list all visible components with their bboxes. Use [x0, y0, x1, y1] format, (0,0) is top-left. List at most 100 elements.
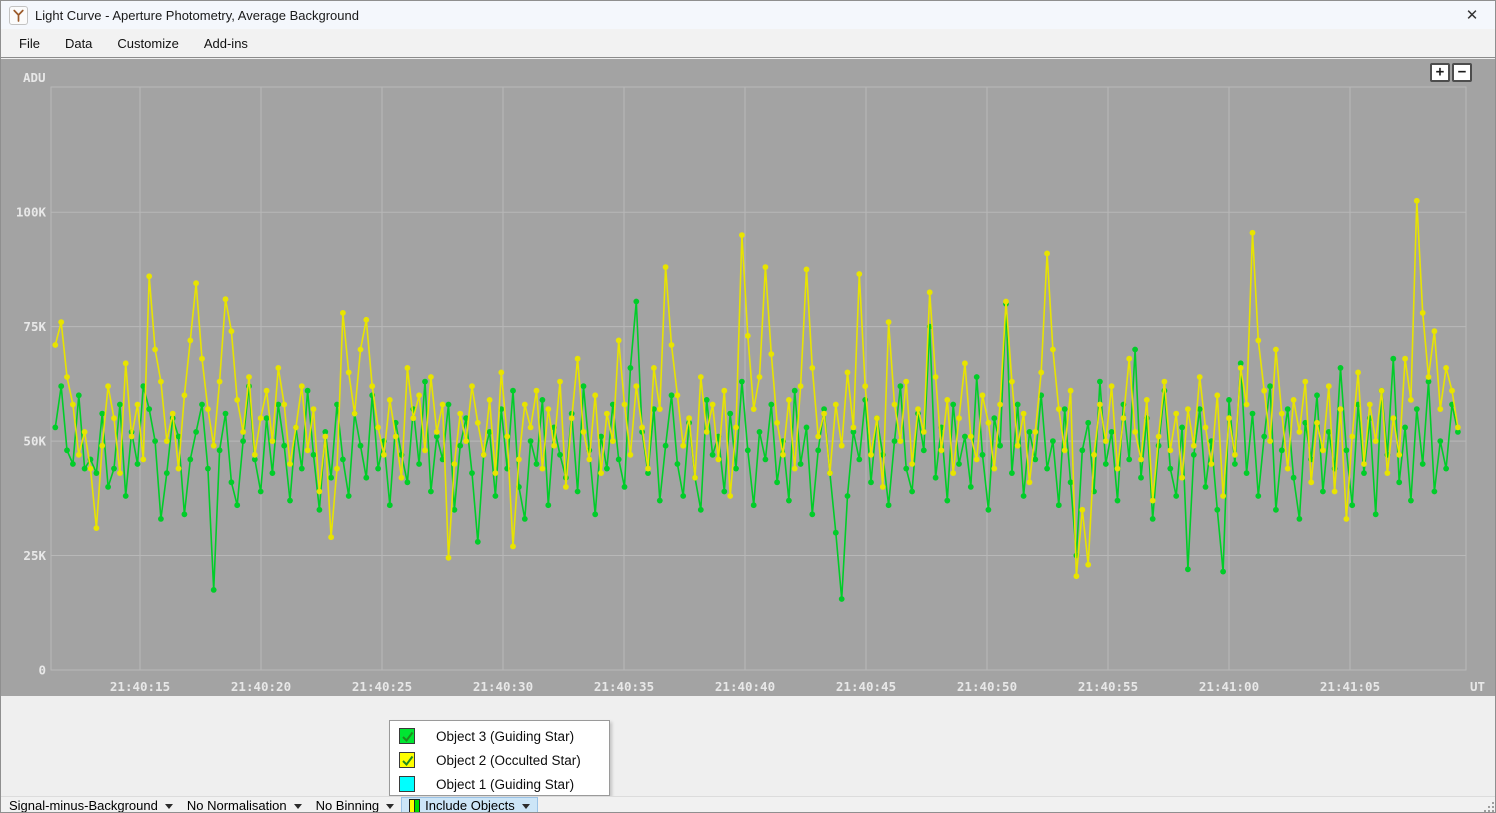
- data-point-object-2-occulted-star: [774, 420, 780, 426]
- data-point-object-2-occulted-star: [821, 411, 827, 417]
- menu-item-add-ins[interactable]: Add-ins: [193, 31, 259, 56]
- data-point-object-3-guiding-star: [70, 461, 76, 467]
- data-point-object-2-occulted-star: [669, 342, 675, 348]
- data-point-object-3-guiding-star: [146, 406, 152, 412]
- menu-item-file[interactable]: File: [8, 31, 51, 56]
- data-point-object-2-occulted-star: [381, 452, 387, 458]
- data-point-object-2-occulted-star: [123, 360, 129, 366]
- data-point-object-3-guiding-star: [211, 587, 217, 593]
- include-objects-dropdown[interactable]: Include Objects: [401, 797, 538, 813]
- object-1-checkbox-icon[interactable]: [399, 776, 415, 792]
- data-point-object-3-guiding-star: [1267, 383, 1273, 389]
- data-point-object-2-occulted-star: [1332, 489, 1338, 495]
- check-icon: [400, 729, 416, 745]
- data-point-object-3-guiding-star: [892, 438, 898, 444]
- data-point-object-2-occulted-star: [1097, 402, 1103, 408]
- data-point-object-3-guiding-star: [1314, 392, 1320, 398]
- data-point-object-2-occulted-star: [1167, 447, 1173, 453]
- data-point-object-3-guiding-star: [258, 489, 264, 495]
- data-point-object-3-guiding-star: [1390, 356, 1396, 362]
- data-point-object-2-occulted-star: [152, 347, 158, 353]
- data-point-object-2-occulted-star: [1015, 443, 1021, 449]
- object-2-checkbox-icon[interactable]: [399, 752, 415, 768]
- data-point-object-2-occulted-star: [199, 356, 205, 362]
- data-point-object-2-occulted-star: [258, 415, 264, 421]
- legend-item-object-1[interactable]: Object 1 (Guiding Star): [390, 772, 609, 796]
- data-point-object-3-guiding-star: [721, 489, 727, 495]
- data-point-object-3-guiding-star: [416, 461, 422, 467]
- data-point-object-3-guiding-star: [745, 447, 751, 453]
- data-point-object-2-occulted-star: [340, 310, 346, 316]
- data-point-object-2-occulted-star: [1338, 406, 1344, 412]
- data-point-object-3-guiding-star: [604, 466, 610, 472]
- data-point-object-2-occulted-star: [1373, 438, 1379, 444]
- data-point-object-2-occulted-star: [868, 452, 874, 458]
- data-point-object-2-occulted-star: [986, 420, 992, 426]
- data-point-object-3-guiding-star: [663, 443, 669, 449]
- close-icon[interactable]: ✕: [1459, 4, 1485, 26]
- data-point-object-3-guiding-star: [727, 411, 733, 417]
- data-point-object-3-guiding-star: [833, 530, 839, 536]
- data-point-object-3-guiding-star: [405, 479, 411, 485]
- data-point-object-2-occulted-star: [1032, 429, 1038, 435]
- data-point-object-2-occulted-star: [1009, 379, 1015, 385]
- data-point-object-2-occulted-star: [833, 402, 839, 408]
- data-point-object-2-occulted-star: [405, 365, 411, 371]
- data-point-object-2-occulted-star: [1062, 447, 1068, 453]
- menu-item-customize[interactable]: Customize: [106, 31, 189, 56]
- data-point-object-3-guiding-star: [1285, 406, 1291, 412]
- data-point-object-3-guiding-star: [187, 457, 193, 463]
- data-point-object-3-guiding-star: [182, 511, 188, 517]
- signal-mode-dropdown[interactable]: Signal-minus-Background: [2, 797, 180, 813]
- zoom-out-button[interactable]: −: [1452, 63, 1472, 82]
- normalisation-dropdown[interactable]: No Normalisation: [180, 797, 309, 813]
- x-tick-label: 21:41:05: [1320, 679, 1380, 694]
- light-curve-window: Light Curve - Aperture Photometry, Avera…: [0, 0, 1496, 813]
- binning-dropdown[interactable]: No Binning: [309, 797, 402, 813]
- data-point-object-2-occulted-star: [1138, 457, 1144, 463]
- data-point-object-2-occulted-star: [176, 466, 182, 472]
- data-point-object-3-guiding-star: [774, 479, 780, 485]
- data-point-object-3-guiding-star: [223, 411, 229, 417]
- data-point-object-2-occulted-star: [1238, 365, 1244, 371]
- data-point-object-2-occulted-star: [968, 434, 974, 440]
- data-point-object-2-occulted-star: [633, 383, 639, 389]
- data-point-object-2-occulted-star: [1121, 415, 1127, 421]
- data-point-object-2-occulted-star: [375, 425, 381, 431]
- check-icon: [400, 753, 416, 769]
- data-point-object-2-occulted-star: [540, 466, 546, 472]
- data-point-object-3-guiding-star: [1179, 425, 1185, 431]
- legend-label: Object 2 (Occulted Star): [436, 753, 581, 768]
- data-point-object-2-occulted-star: [1414, 198, 1420, 204]
- data-point-object-3-guiding-star: [1373, 511, 1379, 517]
- legend-item-object-3[interactable]: Object 3 (Guiding Star): [390, 724, 609, 748]
- y-tick-label: 0: [38, 663, 46, 678]
- data-point-object-2-occulted-star: [598, 470, 604, 476]
- data-point-object-3-guiding-star: [193, 429, 199, 435]
- data-point-object-3-guiding-star: [428, 489, 434, 495]
- data-point-object-3-guiding-star: [457, 443, 463, 449]
- data-point-object-2-occulted-star: [1255, 338, 1261, 344]
- data-point-object-2-occulted-star: [393, 434, 399, 440]
- data-point-object-3-guiding-star: [628, 365, 634, 371]
- data-point-object-2-occulted-star: [422, 447, 428, 453]
- data-point-object-2-occulted-star: [680, 443, 686, 449]
- menu-item-data[interactable]: Data: [54, 31, 103, 56]
- data-point-object-3-guiding-star: [1032, 457, 1038, 463]
- data-point-object-3-guiding-star: [270, 470, 276, 476]
- data-point-object-3-guiding-star: [287, 498, 293, 504]
- data-point-object-2-occulted-star: [692, 475, 698, 481]
- data-point-object-2-occulted-star: [1267, 438, 1273, 444]
- data-point-object-2-occulted-star: [1209, 461, 1215, 467]
- data-point-object-3-guiding-star: [997, 443, 1003, 449]
- data-point-object-2-occulted-star: [745, 333, 751, 339]
- data-point-object-2-occulted-star: [129, 434, 135, 440]
- data-point-object-2-occulted-star: [569, 415, 575, 421]
- object-3-checkbox-icon[interactable]: [399, 728, 415, 744]
- data-point-object-2-occulted-star: [950, 470, 956, 476]
- resize-grip[interactable]: [1481, 799, 1494, 812]
- zoom-in-button[interactable]: +: [1430, 63, 1450, 82]
- data-point-object-3-guiding-star: [1097, 379, 1103, 385]
- data-point-object-2-occulted-star: [1203, 425, 1209, 431]
- legend-item-object-2[interactable]: Object 2 (Occulted Star): [390, 748, 609, 772]
